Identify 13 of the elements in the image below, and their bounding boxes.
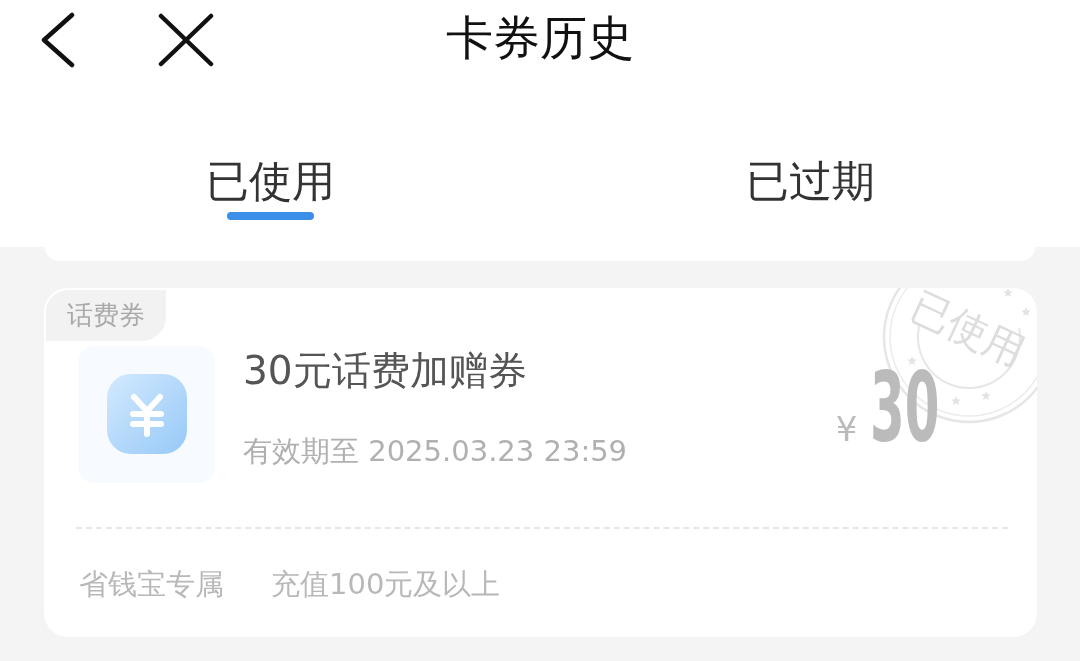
close-icon[interactable] [158, 13, 214, 67]
condition-text: 省钱宝专属 [79, 566, 224, 603]
coupon-title: 30元话费加赠券 [243, 347, 528, 395]
amount-value: 30 [870, 360, 940, 456]
back-icon[interactable] [40, 12, 76, 68]
currency-symbol: ¥ [835, 412, 858, 446]
page-title: 卡券历史 [446, 9, 634, 67]
tab[interactable]: 已使用 [205, 155, 335, 220]
condition-text: 充值100元及以上 [271, 566, 501, 603]
tab[interactable]: 已过期 [745, 155, 875, 220]
yen-icon [78, 346, 215, 483]
category-tag: 话费券 [46, 290, 166, 341]
validity-text: 有效期至 2025.03.23 23:59 [243, 433, 628, 470]
